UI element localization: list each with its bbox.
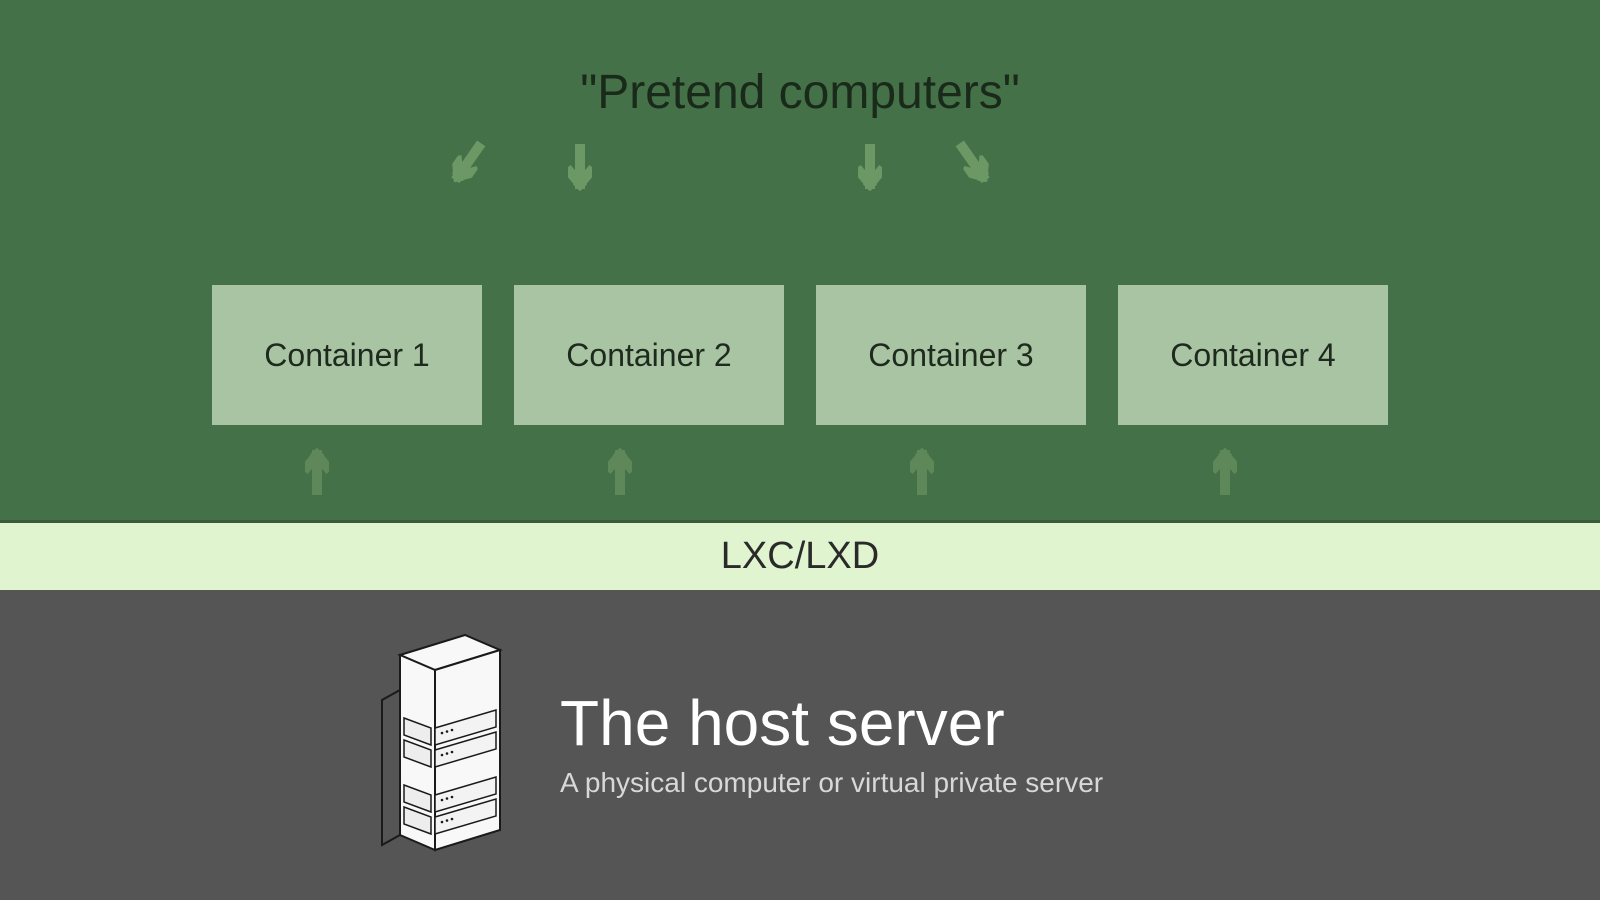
bottom-arrows-group — [0, 435, 1600, 515]
arrow-down-icon — [437, 137, 491, 200]
host-subtitle: A physical computer or virtual private s… — [560, 767, 1103, 799]
container-box: Container 3 — [816, 285, 1086, 425]
host-title: The host server — [560, 691, 1103, 755]
host-section: The host server A physical computer or v… — [0, 590, 1600, 900]
middleware-band: LXC/LXD — [0, 520, 1600, 590]
container-box: Container 1 — [212, 285, 482, 425]
arrow-down-icon — [568, 144, 592, 204]
host-text-block: The host server A physical computer or v… — [560, 691, 1103, 799]
containers-row: Container 1 Container 2 Container 3 Cont… — [0, 285, 1600, 425]
container-box: Container 4 — [1118, 285, 1388, 425]
top-arrows-group — [0, 130, 1600, 210]
container-box: Container 2 — [514, 285, 784, 425]
server-rack-icon — [380, 630, 510, 860]
arrow-up-icon — [910, 435, 934, 495]
diagram-title: "Pretend computers" — [580, 65, 1020, 120]
arrow-down-icon — [858, 144, 882, 204]
arrow-down-icon — [950, 137, 1004, 200]
top-section: "Pretend computers" Container 1 Containe… — [0, 0, 1600, 520]
arrow-up-icon — [1213, 435, 1237, 495]
middleware-label: LXC/LXD — [721, 535, 879, 578]
container-label: Container 3 — [868, 337, 1033, 374]
container-label: Container 4 — [1170, 337, 1335, 374]
container-label: Container 2 — [566, 337, 731, 374]
arrow-up-icon — [305, 435, 329, 495]
container-label: Container 1 — [264, 337, 429, 374]
arrow-up-icon — [608, 435, 632, 495]
